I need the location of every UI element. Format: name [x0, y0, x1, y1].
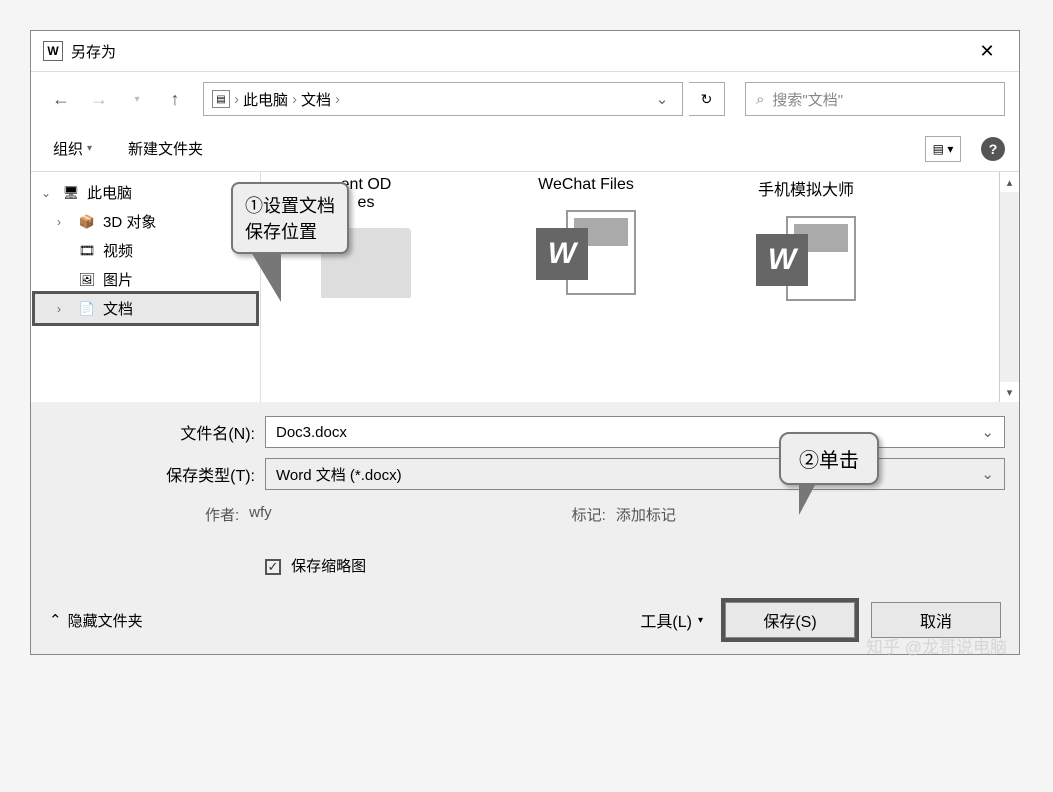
nav-bar: ← → ▾ ↑ ▤ › 此电脑 › 文档 › ⌄ ↻ ⌕ 搜索"文档" [31, 72, 1019, 126]
search-placeholder: 搜索"文档" [772, 89, 843, 110]
tags-value[interactable]: 添加标记 [616, 504, 676, 525]
chevron-down-icon[interactable]: ⌄ [981, 423, 994, 441]
up-button[interactable]: ↑ [159, 85, 191, 113]
scroll-up-icon[interactable]: ▴ [1000, 172, 1019, 192]
location-icon: ▤ [212, 90, 230, 108]
help-button[interactable]: ? [981, 137, 1005, 161]
tree-label: 图片 [103, 269, 133, 290]
annotation-callout-2: ②单击 [779, 432, 879, 515]
author-value[interactable]: wfy [249, 504, 272, 525]
titlebar: W 另存为 ✕ [31, 31, 1019, 72]
folder-item[interactable]: 手机模拟大师 W [721, 176, 891, 306]
dialog-title: 另存为 [71, 41, 967, 62]
breadcrumb-part[interactable]: 此电脑 [243, 89, 288, 110]
forward-button[interactable]: → [83, 85, 115, 113]
new-folder-button[interactable]: 新建文件夹 [120, 134, 211, 163]
tree-videos[interactable]: 🎞 视频 [35, 236, 256, 265]
expander-icon[interactable]: › [57, 302, 71, 316]
tree-this-pc[interactable]: ⌄ 🖥 此电脑 [35, 178, 256, 207]
thumbnail-label: 保存缩略图 [291, 558, 366, 575]
history-drop[interactable]: ▾ [121, 85, 153, 113]
word-doc-icon: W [756, 216, 856, 306]
document-icon: 📄 [77, 301, 97, 317]
watermark: 知乎 @龙哥说电脑 [866, 633, 1007, 658]
chevron-down-icon: ▾ [698, 615, 703, 626]
path-drop-icon[interactable]: ⌄ [650, 90, 674, 108]
vertical-scrollbar[interactable]: ▴ ▾ [999, 172, 1019, 402]
breadcrumb-part[interactable]: 文档 [301, 89, 331, 110]
thumbnail-checkbox[interactable]: ✓ [265, 559, 281, 575]
toolbar: 组织▾ 新建文件夹 ▤ ▾ ? [31, 126, 1019, 172]
search-input[interactable]: ⌕ 搜索"文档" [745, 82, 1005, 116]
author-label: 作者: [205, 504, 239, 525]
scroll-down-icon[interactable]: ▾ [1000, 382, 1019, 402]
tree-label: 3D 对象 [103, 211, 156, 232]
filename-input[interactable]: Doc3.docx ⌄ [265, 416, 1005, 448]
expander-icon[interactable]: › [57, 215, 71, 229]
cube-icon: 📦 [77, 214, 97, 230]
file-grid: ent OD es WeChat Files W 手机模拟大师 [261, 172, 999, 402]
tree-pictures[interactable]: 🖼 图片 [35, 265, 256, 294]
app-icon: W [43, 41, 63, 61]
tree-label: 此电脑 [87, 182, 132, 203]
save-button[interactable]: 保存(S) [725, 602, 855, 638]
tree-label: 视频 [103, 240, 133, 261]
tools-button[interactable]: 工具(L) ▾ [634, 604, 709, 636]
form-area: 文件名(N): Doc3.docx ⌄ 保存类型(T): Word 文档 (*.… [31, 402, 1019, 590]
film-icon: 🎞 [77, 243, 97, 259]
breadcrumb-sep: › [292, 91, 297, 108]
tags-label: 标记: [572, 504, 606, 525]
expander-icon[interactable]: ⌄ [41, 186, 55, 200]
breadcrumb-bar[interactable]: ▤ › 此电脑 › 文档 › ⌄ [203, 82, 683, 116]
annotation-callout-1: ①设置文档 保存位置 [231, 182, 349, 302]
breadcrumb-sep: › [234, 91, 239, 108]
breadcrumb-sep: › [335, 91, 340, 108]
chevron-up-icon: ⌃ [49, 611, 62, 629]
word-doc-icon: W [536, 210, 636, 300]
filename-label: 文件名(N): [45, 420, 255, 444]
organize-button[interactable]: 组织▾ [45, 134, 100, 163]
tree-3d-objects[interactable]: › 📦 3D 对象 [35, 207, 256, 236]
folder-tree: ⌄ 🖥 此电脑 › 📦 3D 对象 🎞 视频 🖼 图片 › 📄 [31, 172, 261, 402]
chevron-down-icon[interactable]: ⌄ [981, 465, 994, 483]
save-as-dialog: W 另存为 ✕ ← → ▾ ↑ ▤ › 此电脑 › 文档 › ⌄ ↻ ⌕ 搜索"… [30, 30, 1020, 655]
hide-folders-link[interactable]: ⌃ 隐藏文件夹 [49, 610, 143, 631]
main-area: ⌄ 🖥 此电脑 › 📦 3D 对象 🎞 视频 🖼 图片 › 📄 [31, 172, 1019, 402]
monitor-icon: 🖥 [61, 185, 81, 201]
back-button[interactable]: ← [45, 85, 77, 113]
refresh-button[interactable]: ↻ [689, 82, 725, 116]
filetype-select[interactable]: Word 文档 (*.docx) ⌄ [265, 458, 1005, 490]
folder-item[interactable]: WeChat Files W [501, 176, 671, 300]
close-button[interactable]: ✕ [967, 39, 1007, 63]
view-mode-button[interactable]: ▤ ▾ [925, 136, 961, 162]
tree-documents[interactable]: › 📄 文档 [35, 294, 256, 323]
tree-label: 文档 [103, 298, 133, 319]
picture-icon: 🖼 [77, 272, 97, 288]
search-icon: ⌕ [756, 91, 764, 108]
filetype-label: 保存类型(T): [45, 462, 255, 486]
